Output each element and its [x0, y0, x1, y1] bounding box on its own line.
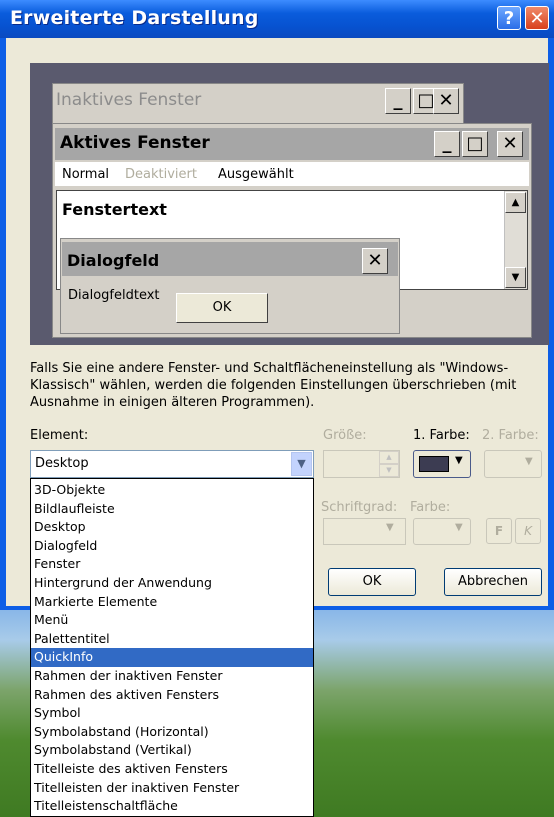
dropdown-item[interactable]: 3D-Objekte [31, 481, 313, 500]
scroll-up-icon[interactable]: ▲ [505, 192, 526, 213]
window-text[interactable]: Fenstertext [62, 200, 167, 219]
size-label: Größe: [323, 428, 367, 443]
ok-button[interactable]: OK [328, 568, 416, 596]
dialog-preview-text[interactable]: Dialogfeldtext [68, 288, 160, 303]
dropdown-item[interactable]: Symbol [31, 704, 313, 723]
menu-selected[interactable]: Ausgewählt [218, 167, 294, 182]
dropdown-item[interactable]: Bildlaufleiste [31, 500, 313, 519]
close-button[interactable]: ✕ [525, 6, 549, 30]
chevron-down-icon[interactable]: ▼ [455, 455, 463, 466]
inactive-window-title[interactable]: Inaktives Fenster [56, 90, 201, 110]
chevron-down-icon[interactable]: ▼ [291, 452, 312, 476]
font-color-label: Farbe: [410, 500, 451, 515]
dropdown-item[interactable]: Symbolabstand (Horizontal) [31, 723, 313, 742]
dropdown-item[interactable]: QuickInfo [31, 648, 313, 667]
dropdown-item[interactable]: Rahmen der inaktiven Fenster [31, 667, 313, 686]
preview-ok-button[interactable]: OK [176, 293, 268, 323]
spin-up-icon[interactable]: ▲ [379, 451, 399, 464]
dropdown-item[interactable]: Titelleisten der inaktiven Fenster [31, 779, 313, 798]
dropdown-item[interactable]: Palettentitel [31, 630, 313, 649]
dropdown-item[interactable]: Desktop [31, 518, 313, 537]
font-size-label: Schriftgrad: [321, 500, 398, 515]
minimize-icon: _ [434, 131, 460, 157]
menu-normal[interactable]: Normal [62, 167, 109, 182]
dropdown-item[interactable]: Symbolabstand (Vertikal) [31, 741, 313, 760]
color2-picker[interactable] [484, 450, 542, 478]
cancel-button[interactable]: Abbrechen [444, 568, 542, 596]
element-label: Element: [30, 428, 89, 443]
dropdown-item[interactable]: Titelleistenschaltfläche [31, 797, 313, 816]
chevron-down-icon[interactable]: ▼ [455, 522, 463, 533]
dropdown-item[interactable]: Markierte Elemente [31, 593, 313, 612]
help-button[interactable]: ? [497, 6, 521, 30]
color1-swatch [419, 456, 449, 472]
close-icon: ✕ [433, 88, 459, 114]
dropdown-item[interactable]: Titelleiste des aktiven Fensters [31, 760, 313, 779]
spin-down-icon[interactable]: ▼ [379, 464, 399, 477]
dropdown-item[interactable]: Dialogfeld [31, 537, 313, 556]
dropdown-item[interactable]: Hintergrund der Anwendung [31, 574, 313, 593]
element-select[interactable]: Desktop [30, 450, 314, 478]
dropdown-item[interactable]: Rahmen des aktiven Fensters [31, 686, 313, 705]
active-window-title[interactable]: Aktives Fenster [60, 133, 210, 153]
color1-label: 1. Farbe: [413, 428, 470, 443]
maximize-icon: □ [462, 131, 488, 157]
color2-label: 2. Farbe: [482, 428, 539, 443]
dialog-title: Erweiterte Darstellung [10, 7, 259, 29]
dropdown-item[interactable]: Fenster [31, 555, 313, 574]
close-icon: ✕ [362, 248, 388, 274]
chevron-down-icon[interactable]: ▼ [525, 456, 533, 467]
close-icon: ✕ [497, 131, 523, 157]
menu-disabled[interactable]: Deaktiviert [125, 167, 197, 182]
scroll-down-icon[interactable]: ▼ [505, 267, 526, 288]
minimize-icon: _ [385, 88, 411, 114]
bold-button[interactable]: F [486, 518, 512, 544]
dropdown-item[interactable]: Menü [31, 611, 313, 630]
dialog-preview-title[interactable]: Dialogfeld [67, 251, 159, 270]
italic-button[interactable]: K [515, 518, 541, 544]
chevron-down-icon[interactable]: ▼ [386, 522, 394, 533]
info-text: Falls Sie eine andere Fenster- und Schal… [30, 361, 517, 410]
